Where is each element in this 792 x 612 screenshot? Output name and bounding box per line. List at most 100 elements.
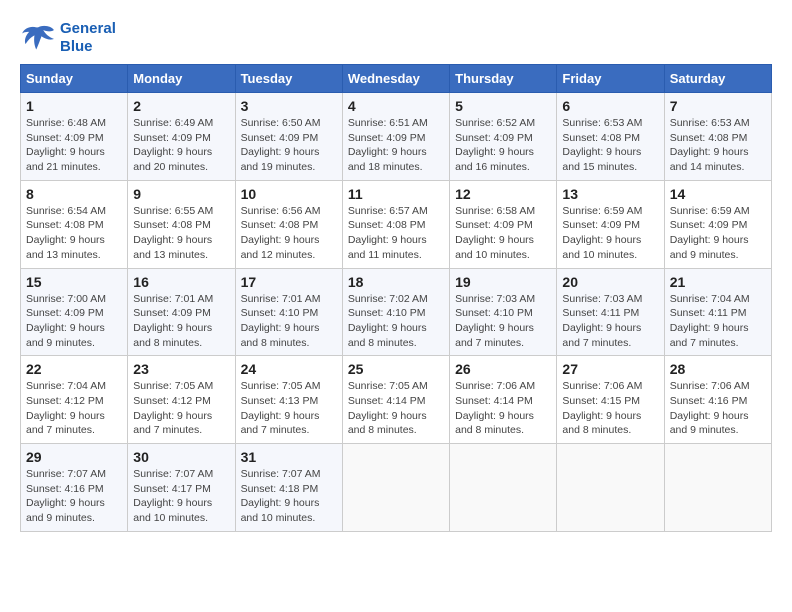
- weekday-header-saturday: Saturday: [664, 65, 771, 93]
- calendar-cell: 3 Sunrise: 6:50 AMSunset: 4:09 PMDayligh…: [235, 93, 342, 181]
- weekday-header-wednesday: Wednesday: [342, 65, 449, 93]
- day-number: 25: [348, 361, 444, 377]
- day-info: Sunrise: 7:03 AMSunset: 4:10 PMDaylight:…: [455, 293, 535, 349]
- day-number: 5: [455, 98, 551, 114]
- day-info: Sunrise: 6:53 AMSunset: 4:08 PMDaylight:…: [670, 117, 750, 173]
- day-number: 12: [455, 186, 551, 202]
- day-info: Sunrise: 7:04 AMSunset: 4:12 PMDaylight:…: [26, 380, 106, 436]
- calendar-cell: 16 Sunrise: 7:01 AMSunset: 4:09 PMDaylig…: [128, 268, 235, 356]
- day-info: Sunrise: 7:04 AMSunset: 4:11 PMDaylight:…: [670, 293, 750, 349]
- day-info: Sunrise: 7:07 AMSunset: 4:16 PMDaylight:…: [26, 468, 106, 524]
- day-info: Sunrise: 7:06 AMSunset: 4:15 PMDaylight:…: [562, 380, 642, 436]
- day-info: Sunrise: 7:00 AMSunset: 4:09 PMDaylight:…: [26, 293, 106, 349]
- weekday-header-sunday: Sunday: [21, 65, 128, 93]
- calendar-cell: 26 Sunrise: 7:06 AMSunset: 4:14 PMDaylig…: [450, 356, 557, 444]
- calendar-cell: 14 Sunrise: 6:59 AMSunset: 4:09 PMDaylig…: [664, 180, 771, 268]
- week-row-5: 29 Sunrise: 7:07 AMSunset: 4:16 PMDaylig…: [21, 444, 772, 532]
- day-info: Sunrise: 7:07 AMSunset: 4:17 PMDaylight:…: [133, 468, 213, 524]
- day-info: Sunrise: 6:57 AMSunset: 4:08 PMDaylight:…: [348, 205, 428, 261]
- calendar-cell: 5 Sunrise: 6:52 AMSunset: 4:09 PMDayligh…: [450, 93, 557, 181]
- calendar-cell: 31 Sunrise: 7:07 AMSunset: 4:18 PMDaylig…: [235, 444, 342, 532]
- day-info: Sunrise: 7:05 AMSunset: 4:12 PMDaylight:…: [133, 380, 213, 436]
- calendar-cell: 25 Sunrise: 7:05 AMSunset: 4:14 PMDaylig…: [342, 356, 449, 444]
- header: General Blue: [20, 20, 772, 56]
- day-info: Sunrise: 6:51 AMSunset: 4:09 PMDaylight:…: [348, 117, 428, 173]
- day-number: 7: [670, 98, 766, 114]
- day-info: Sunrise: 7:06 AMSunset: 4:16 PMDaylight:…: [670, 380, 750, 436]
- day-number: 23: [133, 361, 229, 377]
- day-info: Sunrise: 6:55 AMSunset: 4:08 PMDaylight:…: [133, 205, 213, 261]
- day-number: 27: [562, 361, 658, 377]
- weekday-header-friday: Friday: [557, 65, 664, 93]
- day-info: Sunrise: 6:58 AMSunset: 4:09 PMDaylight:…: [455, 205, 535, 261]
- calendar-cell: 12 Sunrise: 6:58 AMSunset: 4:09 PMDaylig…: [450, 180, 557, 268]
- day-info: Sunrise: 7:02 AMSunset: 4:10 PMDaylight:…: [348, 293, 428, 349]
- day-number: 28: [670, 361, 766, 377]
- logo-text: General Blue: [60, 20, 116, 56]
- day-info: Sunrise: 6:50 AMSunset: 4:09 PMDaylight:…: [241, 117, 321, 173]
- day-info: Sunrise: 6:48 AMSunset: 4:09 PMDaylight:…: [26, 117, 106, 173]
- logo: General Blue: [20, 20, 116, 56]
- day-info: Sunrise: 7:06 AMSunset: 4:14 PMDaylight:…: [455, 380, 535, 436]
- week-row-1: 1 Sunrise: 6:48 AMSunset: 4:09 PMDayligh…: [21, 93, 772, 181]
- calendar-cell: 15 Sunrise: 7:00 AMSunset: 4:09 PMDaylig…: [21, 268, 128, 356]
- logo-icon: [20, 23, 56, 53]
- calendar-cell: 19 Sunrise: 7:03 AMSunset: 4:10 PMDaylig…: [450, 268, 557, 356]
- calendar-cell: 30 Sunrise: 7:07 AMSunset: 4:17 PMDaylig…: [128, 444, 235, 532]
- week-row-4: 22 Sunrise: 7:04 AMSunset: 4:12 PMDaylig…: [21, 356, 772, 444]
- calendar-cell: [450, 444, 557, 532]
- day-number: 9: [133, 186, 229, 202]
- day-info: Sunrise: 6:49 AMSunset: 4:09 PMDaylight:…: [133, 117, 213, 173]
- calendar-cell: 27 Sunrise: 7:06 AMSunset: 4:15 PMDaylig…: [557, 356, 664, 444]
- day-number: 6: [562, 98, 658, 114]
- day-number: 17: [241, 274, 337, 290]
- calendar-cell: 28 Sunrise: 7:06 AMSunset: 4:16 PMDaylig…: [664, 356, 771, 444]
- day-number: 4: [348, 98, 444, 114]
- day-info: Sunrise: 7:01 AMSunset: 4:09 PMDaylight:…: [133, 293, 213, 349]
- week-row-2: 8 Sunrise: 6:54 AMSunset: 4:08 PMDayligh…: [21, 180, 772, 268]
- day-info: Sunrise: 6:59 AMSunset: 4:09 PMDaylight:…: [562, 205, 642, 261]
- day-number: 26: [455, 361, 551, 377]
- calendar-cell: 7 Sunrise: 6:53 AMSunset: 4:08 PMDayligh…: [664, 93, 771, 181]
- day-number: 2: [133, 98, 229, 114]
- calendar-cell: 17 Sunrise: 7:01 AMSunset: 4:10 PMDaylig…: [235, 268, 342, 356]
- calendar-cell: [664, 444, 771, 532]
- weekday-header-row: SundayMondayTuesdayWednesdayThursdayFrid…: [21, 65, 772, 93]
- calendar-cell: 29 Sunrise: 7:07 AMSunset: 4:16 PMDaylig…: [21, 444, 128, 532]
- calendar-cell: 9 Sunrise: 6:55 AMSunset: 4:08 PMDayligh…: [128, 180, 235, 268]
- day-info: Sunrise: 6:59 AMSunset: 4:09 PMDaylight:…: [670, 205, 750, 261]
- calendar-cell: 23 Sunrise: 7:05 AMSunset: 4:12 PMDaylig…: [128, 356, 235, 444]
- calendar-cell: 18 Sunrise: 7:02 AMSunset: 4:10 PMDaylig…: [342, 268, 449, 356]
- calendar-cell: [557, 444, 664, 532]
- day-number: 29: [26, 449, 122, 465]
- day-info: Sunrise: 7:05 AMSunset: 4:13 PMDaylight:…: [241, 380, 321, 436]
- day-number: 1: [26, 98, 122, 114]
- day-number: 20: [562, 274, 658, 290]
- calendar-cell: 6 Sunrise: 6:53 AMSunset: 4:08 PMDayligh…: [557, 93, 664, 181]
- weekday-header-tuesday: Tuesday: [235, 65, 342, 93]
- day-number: 31: [241, 449, 337, 465]
- day-number: 3: [241, 98, 337, 114]
- day-number: 8: [26, 186, 122, 202]
- calendar-cell: 8 Sunrise: 6:54 AMSunset: 4:08 PMDayligh…: [21, 180, 128, 268]
- day-number: 16: [133, 274, 229, 290]
- day-info: Sunrise: 6:54 AMSunset: 4:08 PMDaylight:…: [26, 205, 106, 261]
- calendar-cell: 4 Sunrise: 6:51 AMSunset: 4:09 PMDayligh…: [342, 93, 449, 181]
- calendar-cell: 1 Sunrise: 6:48 AMSunset: 4:09 PMDayligh…: [21, 93, 128, 181]
- day-info: Sunrise: 7:05 AMSunset: 4:14 PMDaylight:…: [348, 380, 428, 436]
- day-number: 13: [562, 186, 658, 202]
- calendar-cell: 13 Sunrise: 6:59 AMSunset: 4:09 PMDaylig…: [557, 180, 664, 268]
- day-number: 10: [241, 186, 337, 202]
- weekday-header-monday: Monday: [128, 65, 235, 93]
- day-number: 15: [26, 274, 122, 290]
- day-number: 14: [670, 186, 766, 202]
- day-info: Sunrise: 6:56 AMSunset: 4:08 PMDaylight:…: [241, 205, 321, 261]
- calendar-cell: [342, 444, 449, 532]
- calendar-table: SundayMondayTuesdayWednesdayThursdayFrid…: [20, 64, 772, 532]
- calendar-body: 1 Sunrise: 6:48 AMSunset: 4:09 PMDayligh…: [21, 93, 772, 532]
- calendar-cell: 2 Sunrise: 6:49 AMSunset: 4:09 PMDayligh…: [128, 93, 235, 181]
- day-number: 22: [26, 361, 122, 377]
- day-info: Sunrise: 6:53 AMSunset: 4:08 PMDaylight:…: [562, 117, 642, 173]
- day-info: Sunrise: 7:01 AMSunset: 4:10 PMDaylight:…: [241, 293, 321, 349]
- day-info: Sunrise: 6:52 AMSunset: 4:09 PMDaylight:…: [455, 117, 535, 173]
